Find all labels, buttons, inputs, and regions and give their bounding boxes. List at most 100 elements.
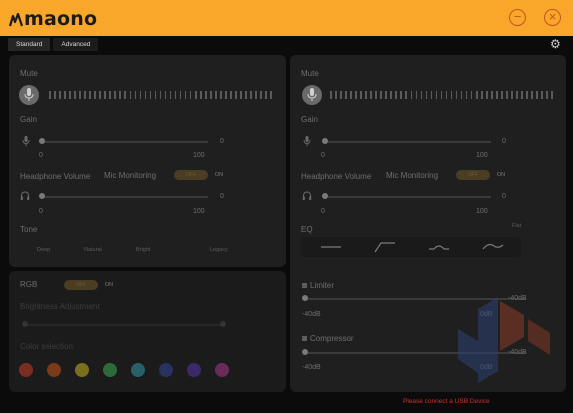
headphone-volume-min-label-right: 0 [321,208,325,215]
gain-min-label: 0 [39,152,43,159]
rgb-toggle[interactable]: OFF ON [64,280,120,290]
limiter-slider-thumb[interactable] [302,295,308,301]
eq-presets [301,237,521,257]
mute-label: Mute [20,69,38,78]
mute-button-right[interactable] [302,85,322,105]
status-message: Please connect a USB Device [403,398,490,405]
limiter-slider-track[interactable] [303,298,526,300]
headphone-volume-max-label-right: 100 [476,208,488,215]
gain-max-label: 100 [193,152,205,159]
headphone-volume-value: 0 [220,193,224,200]
color-swatch-1[interactable] [19,363,33,377]
compressor-slider-thumb[interactable] [302,349,308,355]
mute-button[interactable] [19,85,39,105]
mic-monitoring-label: Mic Monitoring [104,171,157,180]
gain-mic-icon [303,136,311,146]
brightness-slider-track[interactable] [23,324,225,326]
gear-icon: ⚙ [550,37,561,51]
headphone-volume-slider-track[interactable] [40,196,208,198]
headphone-volume-slider-thumb-right[interactable] [322,193,328,199]
compressor-max-label: -40dB [508,349,527,356]
color-swatch-2[interactable] [47,363,61,377]
gain-max-label-right: 100 [476,152,488,159]
color-swatch-3[interactable] [75,363,89,377]
mic-monitoring-off: OFF [174,170,208,180]
color-swatch-5[interactable] [131,363,145,377]
minimize-icon: − [513,9,522,24]
tone-legacy-button[interactable]: Legacy [210,247,228,253]
eq-label: EQ [301,225,313,234]
headphone-volume-label: Headphone Volume [20,172,91,181]
logo-mark-icon [9,13,23,27]
headphone-volume-value-right: 0 [502,193,506,200]
gain-value: 0 [220,138,224,145]
mic-monitoring-toggle[interactable]: OFF ON [174,170,230,180]
color-swatch-7[interactable] [187,363,201,377]
limiter-min-label: -40dB [302,311,321,318]
gain-label: Gain [20,115,37,124]
eq-flat-icon[interactable] [319,241,343,253]
headphone-icon [302,191,312,200]
color-swatch-4[interactable] [103,363,117,377]
settings-button[interactable]: ⚙ [550,38,562,50]
compressor-min-label: -40dB [302,364,321,371]
mute-label-right: Mute [301,69,319,78]
headphone-volume-max-label: 100 [193,208,205,215]
left-channel-panel: Mute Gain 0 0 100 Headphone Volume Mic M… [9,55,286,267]
input-level-meter-right [330,91,553,99]
compressor-slider-track[interactable] [303,352,526,354]
compressor-value: 0dB [480,364,493,371]
eq-preset-label: Flat [512,223,522,229]
eq-low-cut-icon[interactable] [373,241,397,253]
rgb-on: ON [104,282,114,288]
limiter-checkbox[interactable] [302,283,307,288]
title-bar: maono − × [0,0,573,36]
microphone-icon [24,88,34,101]
tab-standard[interactable]: Standard [8,38,51,51]
microphone-icon [307,88,317,101]
gain-value-right: 0 [502,138,506,145]
close-button[interactable]: × [544,9,561,26]
tone-natural-button[interactable]: Natural [84,247,102,253]
tone-bright-button[interactable]: Bright [136,247,150,253]
gain-slider-track-right[interactable] [323,141,491,143]
mic-monitoring-off-right: OFF [456,170,490,180]
eq-high-boost-icon[interactable] [481,241,505,253]
mode-tabs: Standard Advanced [8,38,99,51]
color-swatch-6[interactable] [159,363,173,377]
input-level-meter [49,91,272,99]
limiter-label: Limiter [310,281,335,290]
mic-monitoring-on-right: ON [496,172,506,178]
rgb-panel: RGB OFF ON Brightness Adjustment Color s… [9,271,286,392]
maono-logo: maono [9,7,97,31]
compressor-checkbox[interactable] [302,336,307,341]
limiter-value: 0dB [480,311,493,318]
color-selection-label: Color selection [20,342,73,351]
brightness-slider-end [220,321,226,327]
right-channel-panel: Mute Gain 0 0 100 Headphone Volume Mic M… [290,55,566,392]
mic-monitoring-on: ON [214,172,224,178]
gain-slider-thumb[interactable] [39,138,45,144]
logo-text: maono [24,8,98,30]
eq-mid-boost-icon[interactable] [427,241,451,253]
mic-monitoring-label-right: Mic Monitoring [386,171,439,180]
minimize-button[interactable]: − [509,9,526,26]
close-icon: × [548,9,557,24]
headphone-volume-label-right: Headphone Volume [301,172,372,181]
headphone-volume-slider-thumb[interactable] [39,193,45,199]
mic-monitoring-toggle-right[interactable]: OFF ON [456,170,512,180]
brightness-slider-thumb[interactable] [22,321,28,327]
gain-label-right: Gain [301,115,318,124]
headphone-icon [20,191,30,200]
limiter-max-label: -40dB [508,295,527,302]
gain-mic-icon [22,136,30,146]
gain-slider-thumb-right[interactable] [322,138,328,144]
color-swatch-8[interactable] [215,363,229,377]
compressor-label: Compressor [310,334,354,343]
gain-slider-track[interactable] [40,141,208,143]
rgb-label: RGB [20,280,38,289]
brightness-adjustment-label: Brightness Adjustment [20,302,100,311]
tone-deep-button[interactable]: Deep [37,247,50,253]
headphone-volume-slider-track-right[interactable] [323,196,491,198]
tab-advanced[interactable]: Advanced [53,38,99,51]
